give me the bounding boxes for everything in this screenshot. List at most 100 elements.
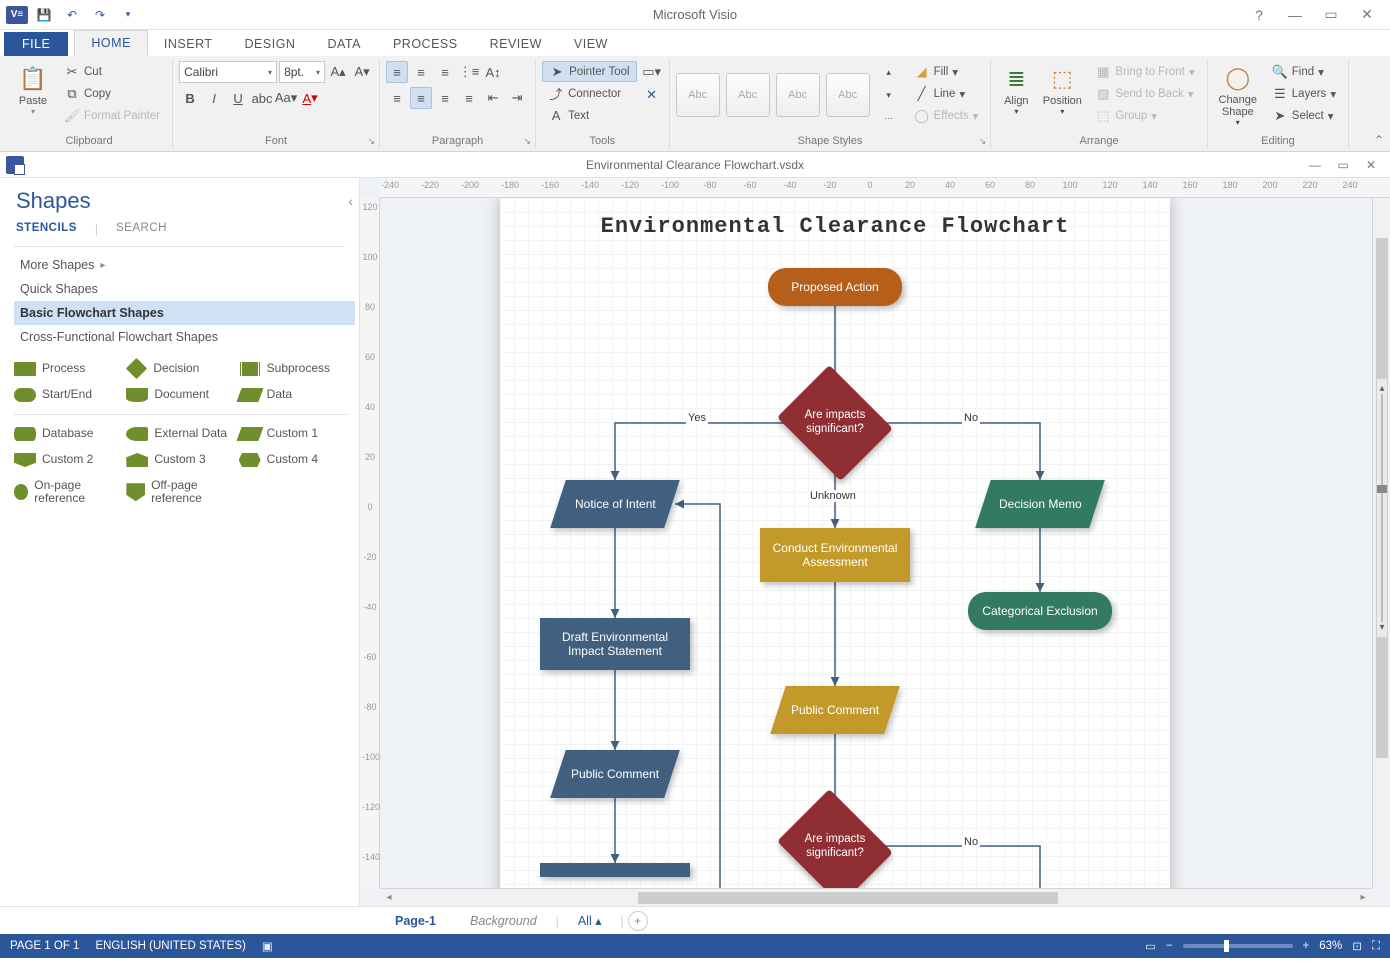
add-page-button[interactable]: + xyxy=(628,911,648,931)
font-color-icon[interactable]: A▾ xyxy=(299,87,321,109)
more-shapes-item[interactable]: More Shapes▸ xyxy=(14,253,355,277)
align-center-icon[interactable]: ≡ xyxy=(410,87,432,109)
tab-home[interactable]: HOME xyxy=(74,30,148,56)
node-proposed-action[interactable]: Proposed Action xyxy=(768,268,902,306)
bold-icon[interactable]: B xyxy=(179,87,201,109)
maximize-icon[interactable]: ▭ xyxy=(1314,3,1348,27)
shape-document[interactable]: Document xyxy=(126,384,236,406)
send-to-back-button[interactable]: ▧Send to Back▾ xyxy=(1089,83,1200,104)
text-direction-icon[interactable]: A↕ xyxy=(482,61,504,83)
paragraph-launcher-icon[interactable]: ↘ xyxy=(524,136,532,147)
effects-button[interactable]: ◯Effects▾ xyxy=(908,105,985,126)
shape-data[interactable]: Data xyxy=(239,384,349,406)
strikethrough-icon[interactable]: abc xyxy=(251,87,273,109)
app-icon[interactable]: V≡ xyxy=(6,6,28,24)
layers-button[interactable]: ☰Layers▾ xyxy=(1266,83,1342,104)
shapes-pane-collapse-icon[interactable]: ‹ xyxy=(348,193,353,209)
bullets-icon[interactable]: ⋮≡ xyxy=(458,61,480,83)
zoom-out-status-icon[interactable]: − xyxy=(1166,940,1173,952)
horizontal-scrollbar[interactable]: ◂ ▸ xyxy=(380,888,1372,906)
zoom-level[interactable]: 63% xyxy=(1319,940,1342,952)
justify-icon[interactable]: ≡ xyxy=(458,87,480,109)
increase-indent-icon[interactable]: ⇥ xyxy=(506,87,528,109)
shape-custom4[interactable]: Custom 4 xyxy=(239,449,349,471)
canvas-scroll[interactable]: Environmental Clearance Flowchart xyxy=(380,198,1390,906)
node-notice-intent[interactable]: Notice of Intent xyxy=(550,480,680,528)
close-icon[interactable]: ✕ xyxy=(1350,3,1384,27)
fit-page-icon[interactable]: ⊡ xyxy=(1352,939,1362,953)
shape-onpage-ref[interactable]: On-page reference xyxy=(14,475,124,509)
qat-customize-icon[interactable]: ▾ xyxy=(116,3,140,27)
position-button[interactable]: ⬚Position▾ xyxy=(1039,61,1085,127)
style-preset-1[interactable]: Abc xyxy=(676,73,720,117)
decrease-indent-icon[interactable]: ⇤ xyxy=(482,87,504,109)
node-next-cut[interactable] xyxy=(540,863,690,877)
align-left-icon[interactable]: ≡ xyxy=(386,87,408,109)
align-top-icon[interactable]: ≡ xyxy=(386,61,408,83)
font-size-combo[interactable]: 8pt.▾ xyxy=(279,61,325,83)
node-public-comment-left[interactable]: Public Comment xyxy=(550,750,680,798)
status-language[interactable]: ENGLISH (UNITED STATES) xyxy=(95,940,245,952)
pan-zoom-slider[interactable]: ▴ ▾ xyxy=(1376,378,1388,638)
zoom-knob[interactable] xyxy=(1377,485,1387,493)
align-right-icon[interactable]: ≡ xyxy=(434,87,456,109)
scroll-right-icon[interactable]: ▸ xyxy=(1354,892,1372,903)
rectangle-tool-icon[interactable]: ▭▾ xyxy=(641,61,663,83)
styles-gallery-up-icon[interactable]: ▴ xyxy=(878,61,900,83)
shape-process[interactable]: Process xyxy=(14,357,124,380)
shape-offpage-ref[interactable]: Off-page reference xyxy=(126,475,236,509)
align-button[interactable]: ≣Align▾ xyxy=(997,61,1035,127)
collapse-ribbon-icon[interactable]: ⌃ xyxy=(1374,133,1384,147)
styles-gallery-down-icon[interactable]: ▾ xyxy=(878,84,900,106)
doc-maximize-icon[interactable]: ▭ xyxy=(1330,155,1356,175)
select-button[interactable]: ➤Select▾ xyxy=(1266,105,1342,126)
page-tab-1[interactable]: Page-1 xyxy=(380,909,451,933)
tab-file[interactable]: FILE xyxy=(4,32,68,56)
tab-view[interactable]: VIEW xyxy=(558,32,624,56)
quick-shapes-item[interactable]: Quick Shapes xyxy=(14,277,355,301)
zoom-in-status-icon[interactable]: + xyxy=(1303,940,1310,952)
line-button[interactable]: ╱Line▾ xyxy=(908,83,985,104)
macro-record-icon[interactable]: ▣ xyxy=(262,939,273,953)
node-draft-eis[interactable]: Draft Environmental Impact Statement xyxy=(540,618,690,670)
horizontal-ruler[interactable]: -240-220-200-180-160-140-120-100-80-60-4… xyxy=(380,178,1390,198)
style-preset-4[interactable]: Abc xyxy=(826,73,870,117)
diagram-title[interactable]: Environmental Clearance Flowchart xyxy=(500,214,1170,239)
node-categorical-exclusion[interactable]: Categorical Exclusion xyxy=(968,592,1112,630)
full-screen-icon[interactable]: ⛶ xyxy=(1372,940,1380,953)
zoom-out-icon[interactable]: ▾ xyxy=(1379,622,1384,633)
shapes-tab-search[interactable]: SEARCH xyxy=(116,222,167,236)
tab-design[interactable]: DESIGN xyxy=(229,32,312,56)
underline-icon[interactable]: U xyxy=(227,87,249,109)
help-icon[interactable]: ? xyxy=(1242,3,1276,27)
paste-button[interactable]: 📋 Paste ▾ xyxy=(12,61,54,127)
shape-styles-launcher-icon[interactable]: ↘ xyxy=(979,136,987,147)
shape-custom1[interactable]: Custom 1 xyxy=(239,423,349,445)
node-impacts-decision[interactable]: Are impacts significant? xyxy=(790,386,880,460)
align-middle-icon[interactable]: ≡ xyxy=(410,61,432,83)
shape-decision[interactable]: Decision xyxy=(126,357,236,380)
bring-to-front-button[interactable]: ▦Bring to Front▾ xyxy=(1089,61,1200,82)
doc-minimize-icon[interactable]: — xyxy=(1302,155,1328,175)
page-tab-background[interactable]: Background xyxy=(455,909,552,933)
increase-font-icon[interactable]: A▴ xyxy=(327,61,349,83)
shape-custom3[interactable]: Custom 3 xyxy=(126,449,236,471)
font-launcher-icon[interactable]: ↘ xyxy=(368,136,376,147)
vertical-ruler[interactable]: 120100806040200-20-40-60-80-100-120-140 xyxy=(360,198,380,888)
style-preset-3[interactable]: Abc xyxy=(776,73,820,117)
status-page[interactable]: PAGE 1 OF 1 xyxy=(10,940,79,952)
node-impacts-decision-2[interactable]: Are impacts significant? xyxy=(790,810,880,884)
zoom-slider[interactable] xyxy=(1183,944,1293,948)
connector-tool-button[interactable]: ⤴Connector xyxy=(542,83,637,104)
group-button[interactable]: ⬚Group▾ xyxy=(1089,105,1200,126)
tab-data[interactable]: DATA xyxy=(311,32,376,56)
shape-subprocess[interactable]: Subprocess xyxy=(239,357,349,380)
doc-close-icon[interactable]: ✕ xyxy=(1358,155,1384,175)
tab-review[interactable]: REVIEW xyxy=(474,32,558,56)
drawing-page[interactable]: Environmental Clearance Flowchart xyxy=(500,198,1170,906)
minimize-icon[interactable]: — xyxy=(1278,3,1312,27)
change-case-icon[interactable]: Aa▾ xyxy=(275,87,297,109)
styles-gallery-more-icon[interactable]: ⋯ xyxy=(878,107,900,129)
style-preset-2[interactable]: Abc xyxy=(726,73,770,117)
text-tool-button[interactable]: AText xyxy=(542,105,637,126)
